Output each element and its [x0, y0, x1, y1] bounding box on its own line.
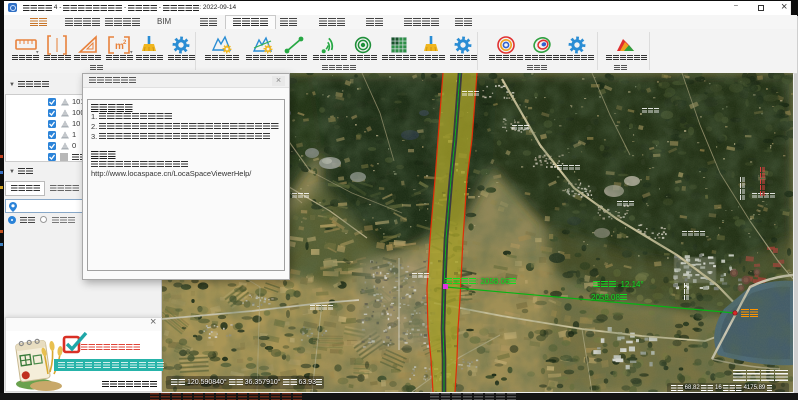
svg-text:2: 2	[123, 40, 127, 46]
